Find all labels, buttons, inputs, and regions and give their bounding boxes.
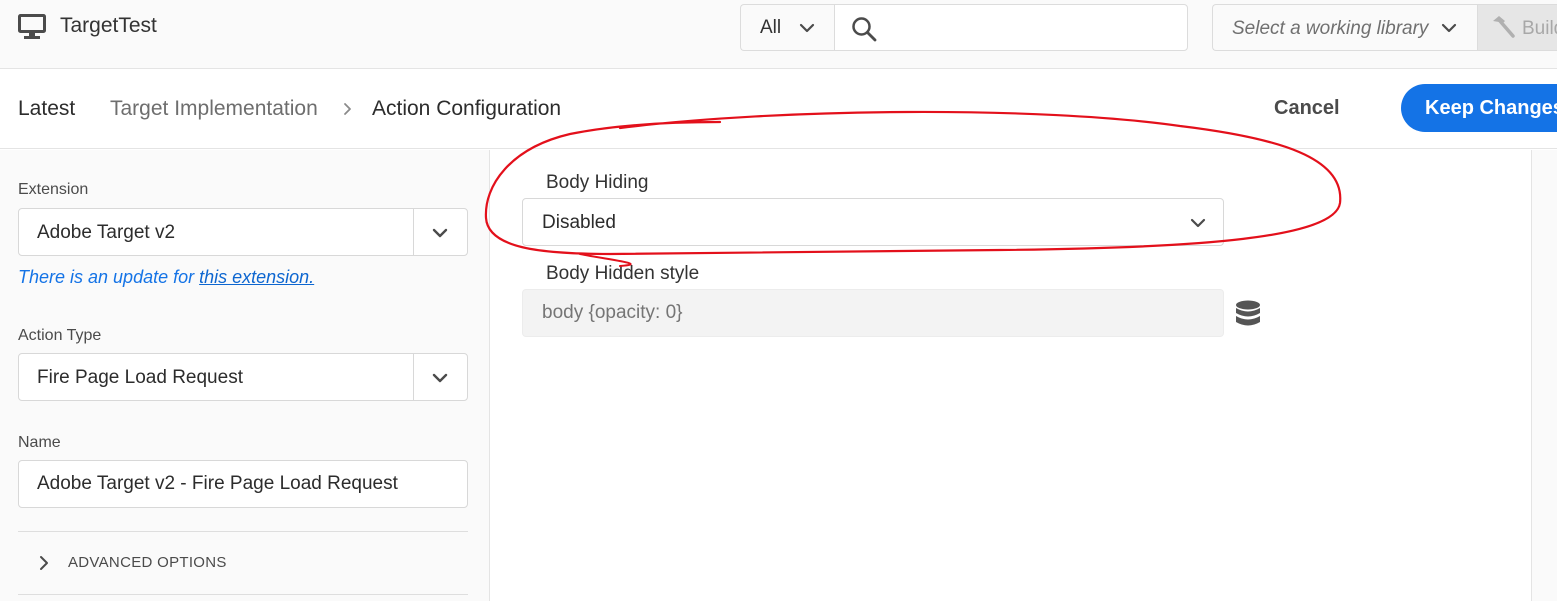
chevron-right-icon: [40, 556, 48, 570]
divider: [18, 531, 468, 532]
breadcrumb-target-implementation[interactable]: Target Implementation: [110, 97, 318, 121]
extension-label: Extension: [18, 181, 89, 198]
chevron-right-icon: [342, 102, 354, 121]
extension-dropdown-button[interactable]: [413, 209, 467, 255]
search-scope-value: All: [760, 17, 782, 38]
data-element-icon[interactable]: [1235, 300, 1261, 333]
action-type-label: Action Type: [18, 327, 102, 344]
left-panel: Extension Adobe Target v2 There is an up…: [0, 150, 490, 601]
cancel-button[interactable]: Cancel: [1262, 93, 1352, 124]
update-extension-link[interactable]: this extension.: [199, 267, 314, 287]
search-icon: [851, 16, 877, 47]
search-scope-select[interactable]: All: [740, 4, 834, 51]
name-label: Name: [18, 434, 61, 451]
keep-changes-button[interactable]: Keep Changes: [1401, 84, 1557, 132]
working-library-select[interactable]: Select a working library: [1212, 4, 1478, 51]
page-header: Latest Target Implementation Action Conf…: [0, 69, 1557, 149]
body-hidden-style-input[interactable]: [522, 289, 1224, 337]
search-input[interactable]: [885, 11, 1175, 45]
divider: [18, 594, 468, 595]
extension-update-note: There is an update for this extension.: [18, 267, 315, 287]
chevron-down-icon: [1441, 20, 1457, 41]
breadcrumb-latest[interactable]: Latest: [18, 97, 75, 121]
body-hiding-select[interactable]: Disabled: [522, 198, 1224, 246]
working-library-placeholder: Select a working library: [1232, 18, 1429, 39]
chevron-down-icon: [1190, 218, 1206, 228]
build-button[interactable]: Build: [1477, 4, 1557, 51]
body-hiding-value: Disabled: [542, 212, 616, 233]
top-bar: TargetTest All Select a working library: [0, 0, 1557, 69]
action-type-picker[interactable]: Fire Page Load Request: [18, 353, 468, 401]
build-label: Build: [1522, 18, 1557, 39]
search-box[interactable]: [834, 4, 1188, 51]
advanced-options-label: ADVANCED OPTIONS: [68, 554, 227, 571]
breadcrumb-action-configuration: Action Configuration: [372, 97, 562, 120]
monitor-icon: [18, 14, 46, 45]
body-hiding-label: Body Hiding: [546, 172, 649, 193]
property-name[interactable]: TargetTest: [60, 14, 157, 38]
action-type-value: Fire Page Load Request: [37, 367, 243, 388]
hammer-icon: [1490, 15, 1516, 46]
extension-value: Adobe Target v2: [37, 222, 176, 243]
name-input[interactable]: [18, 460, 468, 508]
action-type-dropdown-button[interactable]: [413, 354, 467, 400]
scroll-rail[interactable]: [1531, 150, 1557, 601]
extension-picker[interactable]: Adobe Target v2: [18, 208, 468, 256]
action-configuration-panel: Body Hiding Disabled Body Hidden style: [491, 150, 1531, 601]
chevron-down-icon: [799, 20, 815, 41]
body-hidden-style-label: Body Hidden style: [546, 263, 700, 284]
